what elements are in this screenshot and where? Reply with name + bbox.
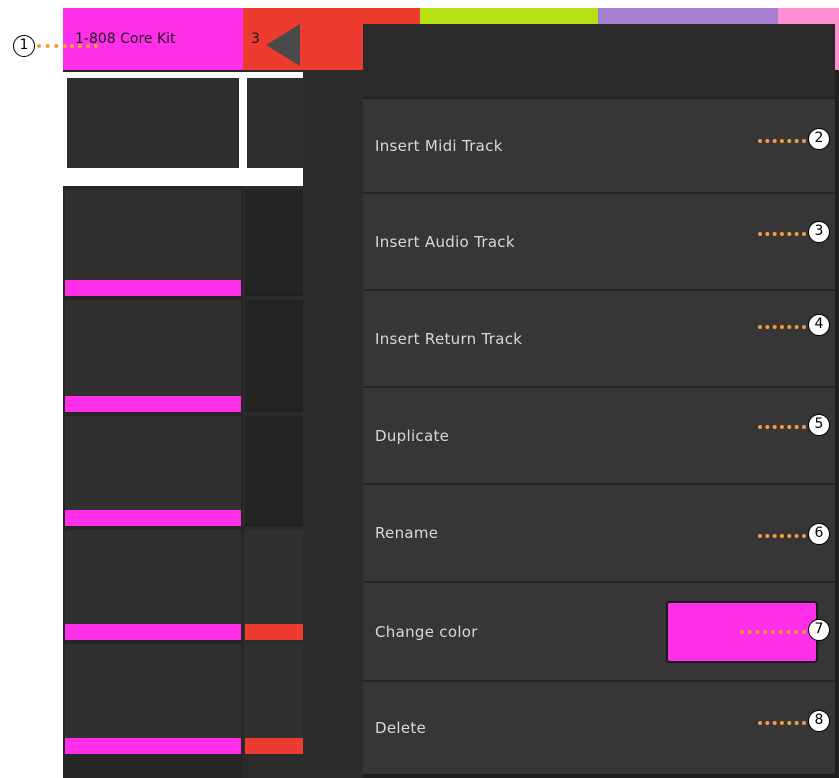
menu-item-delete[interactable]: Delete <box>363 682 835 774</box>
session-view: 1-808 Core Kit 3 5 <box>63 8 839 778</box>
track-name: 3 <box>251 31 260 47</box>
callout-5: 5 <box>808 414 830 436</box>
menu-item-insert-midi-track[interactable]: Insert Midi Track <box>363 99 835 194</box>
menu-item-label: Change color <box>375 622 478 641</box>
clip-color-bar <box>65 738 241 754</box>
callout-leader <box>758 139 806 143</box>
clip-slot[interactable] <box>65 190 241 296</box>
track-header-808-core-kit[interactable]: 1-808 Core Kit <box>63 8 243 70</box>
menu-pointer-arrow <box>266 24 300 66</box>
menu-item-label: Insert Audio Track <box>375 232 515 251</box>
menu-item-insert-audio-track[interactable]: Insert Audio Track <box>363 194 835 291</box>
clip-slot[interactable] <box>245 530 303 640</box>
callout-leader <box>758 721 806 725</box>
clip-slot[interactable] <box>65 530 241 640</box>
menu-header <box>363 24 835 99</box>
track-context-menu: Insert Midi Track Insert Audio Track Ins… <box>363 24 835 774</box>
callout-1: 1 <box>13 35 35 57</box>
callout-2: 2 <box>808 128 830 150</box>
menu-item-label: Delete <box>375 719 427 737</box>
callout-6: 6 <box>808 523 830 545</box>
clip-color-bar <box>245 738 303 754</box>
callout-4: 4 <box>808 314 830 336</box>
callout-8: 8 <box>808 710 830 732</box>
clip-color-bar <box>65 280 241 296</box>
menu-item-label: Duplicate <box>375 426 450 445</box>
clip-color-bar <box>65 510 241 526</box>
callout-leader <box>758 232 806 236</box>
clip-slot[interactable] <box>245 300 303 412</box>
clip-slot-content <box>67 78 239 168</box>
callout-leader <box>758 325 806 329</box>
menu-item-label: Insert Return Track <box>375 329 523 348</box>
clip-slot[interactable] <box>65 300 241 412</box>
clip-color-bar <box>245 624 303 640</box>
callout-leader <box>758 534 806 538</box>
menu-item-duplicate[interactable]: Duplicate <box>363 388 835 485</box>
callout-leader <box>758 425 806 429</box>
callout-7: 7 <box>808 619 830 641</box>
track-name: 1-808 Core Kit <box>75 31 176 47</box>
clip-slot-selected[interactable] <box>63 72 243 186</box>
clip-slot[interactable] <box>245 190 303 296</box>
menu-item-insert-return-track[interactable]: Insert Return Track <box>363 291 835 388</box>
clip-slot[interactable] <box>245 644 303 754</box>
clip-color-bar <box>65 624 241 640</box>
menu-item-label: Rename <box>375 524 439 542</box>
clip-slot[interactable] <box>245 416 303 526</box>
clip-slot[interactable] <box>65 416 241 526</box>
callout-leader <box>740 630 806 634</box>
callout-leader <box>37 44 67 48</box>
menu-item-label: Insert Midi Track <box>375 136 503 155</box>
clip-slot[interactable] <box>65 644 241 754</box>
clip-slot-content <box>247 78 303 168</box>
clip-color-bar <box>65 396 241 412</box>
clip-slot-selected[interactable] <box>243 72 303 186</box>
callout-3: 3 <box>808 221 830 243</box>
callout-leader <box>70 44 98 48</box>
